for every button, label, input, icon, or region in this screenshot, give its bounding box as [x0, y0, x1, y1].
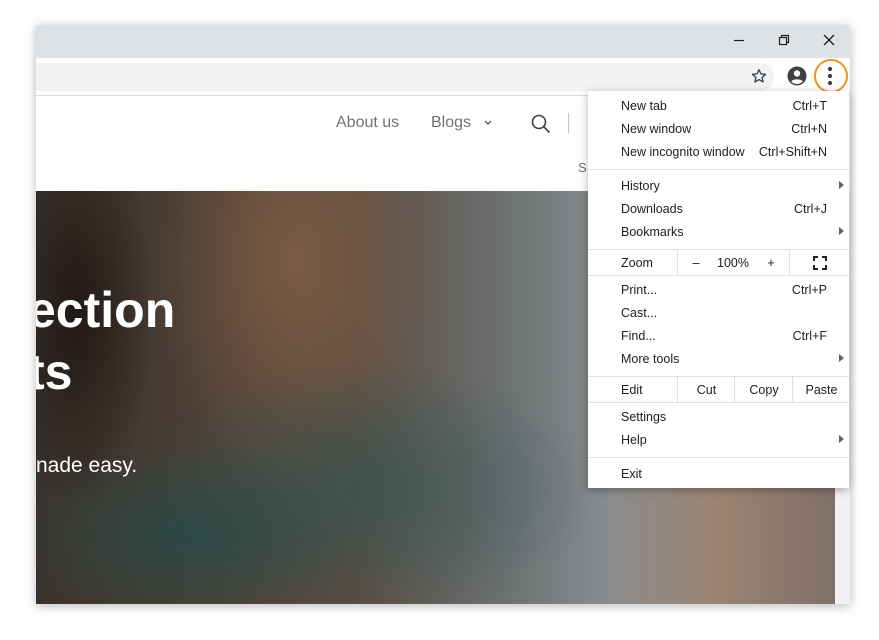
copy-button[interactable]: Copy: [734, 377, 793, 402]
address-bar[interactable]: [36, 63, 774, 91]
menu-label: New window: [621, 122, 692, 136]
menu-item-help[interactable]: Help: [588, 429, 849, 452]
menu-item-more-tools[interactable]: More tools: [588, 348, 849, 371]
submenu-arrow-icon: [839, 227, 844, 235]
menu-separator: [588, 169, 849, 170]
menu-item-exit[interactable]: Exit: [588, 463, 849, 486]
menu-label: Cast...: [621, 306, 658, 320]
menu-shortcut: Ctrl+P: [791, 283, 827, 297]
edit-label: Edit: [621, 383, 643, 397]
search-icon: [531, 114, 551, 134]
zoom-in-button[interactable]: +: [753, 250, 789, 275]
menu-label: Help: [621, 433, 647, 447]
star-icon: [751, 69, 767, 83]
menu-item-new-tab[interactable]: New tab Ctrl+T: [588, 95, 849, 118]
menu-item-print[interactable]: Print... Ctrl+P: [588, 279, 849, 302]
menu-item-settings[interactable]: Settings: [588, 406, 849, 429]
hero-heading-line1: ection: [36, 282, 176, 338]
chevron-down-icon: [484, 120, 493, 126]
submenu-arrow-icon: [839, 354, 844, 362]
title-bar: [36, 25, 850, 58]
zoom-label: Zoom: [621, 256, 653, 270]
close-button[interactable]: [806, 25, 850, 55]
menu-label: New incognito window: [621, 145, 745, 159]
profile-button[interactable]: [786, 65, 808, 87]
menu-label: Downloads: [621, 202, 683, 216]
menu-separator: [588, 402, 849, 403]
submenu-arrow-icon: [839, 435, 844, 443]
zoom-plus-icon: +: [767, 255, 775, 270]
menu-label: Bookmarks: [621, 225, 684, 239]
menu-item-new-incognito-window[interactable]: New incognito window Ctrl+Shift+N: [588, 141, 849, 164]
menu-label: Settings: [621, 410, 667, 424]
restore-button[interactable]: [761, 25, 807, 55]
menu-item-find[interactable]: Find... Ctrl+F: [588, 325, 849, 348]
menu-item-downloads[interactable]: Downloads Ctrl+J: [588, 198, 849, 221]
hero-heading-line2: ts: [36, 344, 73, 400]
nav-blogs-label: Blogs: [431, 114, 472, 131]
nav-divider: [568, 113, 569, 133]
menu-separator: [588, 275, 849, 276]
bookmark-star-button[interactable]: [748, 65, 770, 87]
menu-item-cast[interactable]: Cast...: [588, 302, 849, 325]
menu-shortcut: Ctrl+N: [791, 122, 827, 136]
close-icon: [823, 34, 835, 46]
menu-item-history[interactable]: History: [588, 175, 849, 198]
menu-label: Print...: [621, 283, 658, 297]
menu-shortcut: Ctrl+Shift+N: [758, 145, 827, 159]
minimize-icon: [734, 39, 744, 42]
menu-label: More tools: [621, 352, 680, 366]
menu-shortcut: Ctrl+J: [794, 202, 827, 216]
submenu-arrow-icon: [839, 181, 844, 189]
site-search-button[interactable]: [531, 114, 551, 139]
menu-button-highlight: [814, 59, 848, 93]
menu-label: Find...: [621, 329, 656, 343]
nav-blogs[interactable]: Blogs: [431, 114, 493, 132]
hero-heading: ection ts: [36, 279, 175, 403]
menu-separator: [588, 457, 849, 458]
zoom-out-button[interactable]: –: [677, 250, 714, 275]
menu-label: Exit: [621, 467, 642, 481]
account-icon: [787, 66, 807, 86]
cut-button[interactable]: Cut: [677, 377, 735, 402]
menu-shortcut: Ctrl+T: [792, 99, 827, 113]
fullscreen-icon: [813, 255, 827, 270]
zoom-level: 100%: [717, 255, 749, 270]
menu-zoom-row: Zoom – 100% +: [588, 250, 849, 275]
restore-icon: [778, 34, 790, 46]
zoom-minus-icon: –: [692, 255, 700, 270]
paste-button[interactable]: Paste: [792, 377, 850, 402]
hero-subtitle: nade easy.: [36, 454, 138, 477]
nav-cutoff-text: S: [578, 160, 587, 175]
menu-item-bookmarks[interactable]: Bookmarks: [588, 221, 849, 244]
menu-shortcut: Ctrl+F: [792, 329, 827, 343]
menu-label: New tab: [621, 99, 667, 113]
fullscreen-button[interactable]: [789, 250, 850, 275]
menu-item-new-window[interactable]: New window Ctrl+N: [588, 118, 849, 141]
menu-edit-row: Edit Cut Copy Paste: [588, 377, 849, 402]
nav-about-us[interactable]: About us: [336, 114, 399, 132]
menu-label: History: [621, 179, 660, 193]
minimize-button[interactable]: [716, 25, 762, 55]
chrome-menu: New tab Ctrl+T New window Ctrl+N New inc…: [588, 91, 849, 488]
